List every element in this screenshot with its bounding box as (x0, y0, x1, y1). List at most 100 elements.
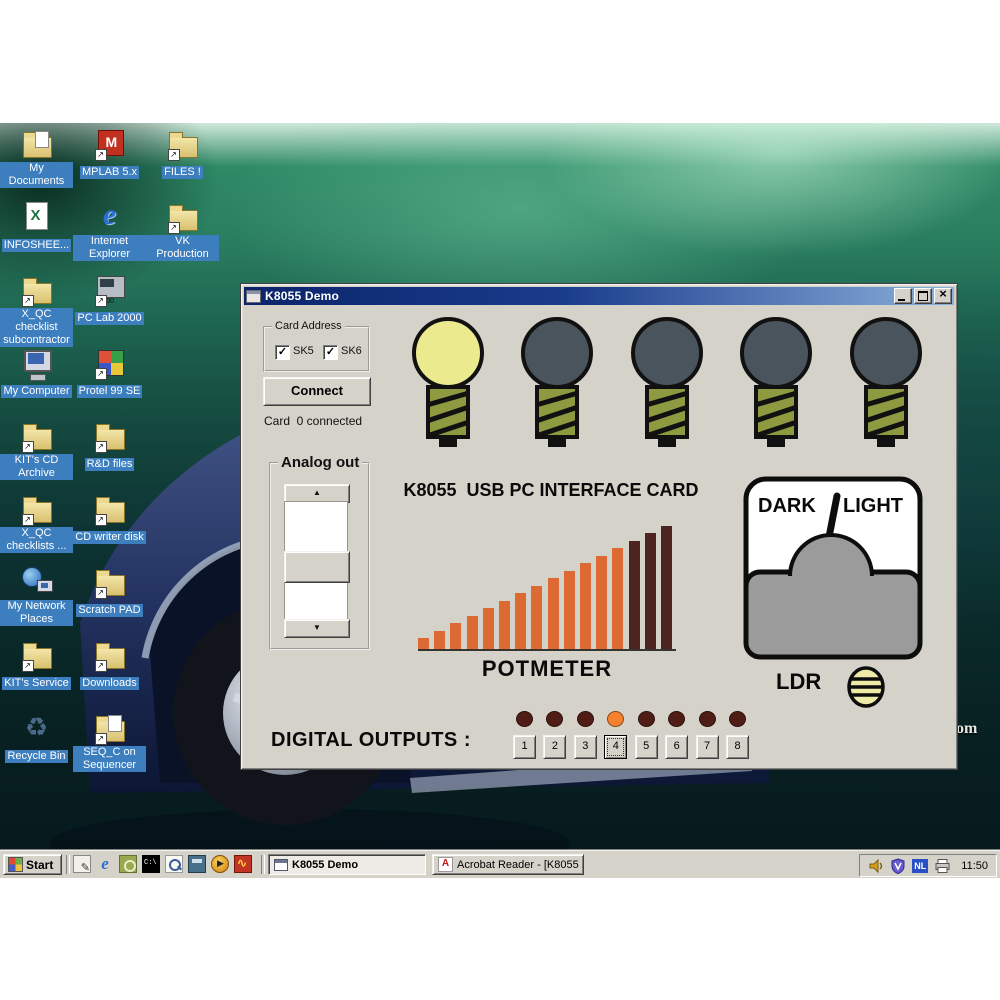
desktop-icon-kit-s-cd-archive[interactable]: ↗ KIT's CD Archive (0, 419, 73, 492)
internet-explorer-icon[interactable] (96, 855, 114, 873)
potmeter-bar (531, 586, 542, 649)
output-button-4[interactable]: 4 (604, 735, 627, 759)
dial-light-label: LIGHT (843, 495, 903, 517)
task-label: K8055 Demo (292, 859, 358, 871)
desktop-icon-label: X_QC checklists ... (0, 527, 73, 553)
potmeter-bar (467, 616, 478, 649)
desktop-icon-pc-lab-2000[interactable]: ↗ PC Lab 2000 (73, 273, 146, 346)
desktop-icon-kit-s-service[interactable]: ↗ KIT's Service (0, 638, 73, 711)
output-led-1-off (516, 711, 533, 727)
desktop-icon-x-qc-checklists[interactable]: ↗ X_QC checklists ... (0, 492, 73, 565)
shortcut-arrow-icon: ↗ (95, 514, 107, 526)
shortcut-arrow-icon: ↗ (95, 295, 107, 307)
dial-dark-label: DARK (758, 495, 816, 517)
desktop-icon-my-computer[interactable]: ↗ My Computer (0, 346, 73, 419)
shortcut-arrow-icon: ↗ (95, 587, 107, 599)
start-label: Start (26, 858, 53, 872)
output-button-3[interactable]: 3 (574, 735, 597, 759)
taskbar-divider (66, 855, 70, 874)
printer-icon[interactable] (934, 858, 951, 874)
shortcut-arrow-icon: ↗ (22, 660, 34, 672)
desktop-icon-label: Recycle Bin (5, 750, 67, 763)
output-button-5[interactable]: 5 (635, 735, 658, 759)
desktop-icon-label: MPLAB 5.x (80, 166, 139, 179)
desktop-icon-infoshee[interactable]: ↗ INFOSHEE... (0, 200, 73, 273)
desktop-icon-label: Downloads (80, 677, 138, 690)
desktop-icon-label: X_QC checklist subcontractor (0, 308, 73, 347)
desktop-icon-my-documents[interactable]: ↗ My Documents (0, 127, 73, 200)
potmeter-baseline (418, 649, 676, 651)
shortcut-arrow-icon: ↗ (22, 441, 34, 453)
window-title: K8055 Demo (265, 289, 892, 303)
command-prompt-icon[interactable] (142, 855, 160, 873)
desktop-icon-label: INFOSHEE... (2, 239, 71, 252)
quick-launch-bar (73, 855, 252, 873)
network-places-icon (22, 567, 42, 587)
desktop-icon-protel-99-se[interactable]: ↗ Protel 99 SE (73, 346, 146, 419)
calculator-icon[interactable] (188, 855, 206, 873)
maximize-button[interactable] (914, 288, 932, 304)
window-content: Card Address SK5 SK6 Connect Card 0 conn… (244, 305, 954, 750)
desktop-icon-files[interactable]: ↗ FILES ! (146, 127, 219, 200)
desktop-icon-cd-writer-disk[interactable]: ↗ CD writer disk (73, 492, 146, 565)
desktop-icon-downloads[interactable]: ↗ Downloads (73, 638, 146, 711)
k8055-demo-window: K8055 Demo Card Address SK5 SK6 Connect … (240, 283, 958, 770)
language-indicator[interactable]: NL (912, 859, 928, 873)
clock[interactable]: 11:50 (961, 860, 988, 872)
output-button-8[interactable]: 8 (726, 735, 749, 759)
desktop-icon-vk-production[interactable]: ↗ VK Production (146, 200, 219, 273)
task-label: Acrobat Reader - [K8055 ... (457, 859, 584, 871)
desktop-icon-mplab-5-x[interactable]: ↗ MPLAB 5.x (73, 127, 146, 200)
shortcut-arrow-icon: ↗ (22, 295, 34, 307)
output-button-7[interactable]: 7 (696, 735, 719, 759)
potmeter-bar (645, 533, 656, 649)
desktop-icon-x-qc-checklist-subcontractor[interactable]: ↗ X_QC checklist subcontractor (0, 273, 73, 346)
desktop-icon-r-d-files[interactable]: ↗ R&D files (73, 419, 146, 492)
potmeter-bar (596, 556, 607, 649)
shortcut-arrow-icon: ↗ (168, 222, 180, 234)
desktop-icon-label: CD writer disk (73, 531, 145, 544)
ldr-symbol-icon (845, 666, 887, 708)
potmeter-bar (612, 548, 623, 649)
output-button-6[interactable]: 6 (665, 735, 688, 759)
potmeter-bar (548, 578, 559, 649)
file-viewer-icon[interactable] (165, 855, 183, 873)
potmeter-bar (450, 623, 461, 649)
antivirus-shield-icon[interactable] (890, 858, 906, 874)
desktop-icon-my-network-places[interactable]: ↗ My Network Places (0, 565, 73, 638)
desktop-icon-grid: ↗ My Documents ↗ INFOSHEE... ↗ X_QC chec… (0, 127, 219, 784)
wallpaper-watermark-text: om (956, 720, 977, 738)
form-window-icon (274, 859, 288, 871)
windows-logo-icon (8, 857, 23, 872)
taskbar: Start K8055 Demo A Acrobat Reader - [K80… (0, 850, 1000, 878)
desktop-icon-label: Internet Explorer (73, 235, 146, 261)
start-button[interactable]: Start (3, 854, 62, 875)
shortcut-arrow-icon: ↗ (168, 149, 180, 161)
show-desktop-icon[interactable] (73, 855, 91, 873)
ldr-label: LDR (776, 669, 821, 695)
minimize-button[interactable] (894, 288, 912, 304)
output-button-2[interactable]: 2 (543, 735, 566, 759)
media-player-icon[interactable] (211, 855, 229, 873)
desktop-icon-label: Scratch PAD (76, 604, 142, 617)
desktop-icon-label: VK Production (146, 235, 219, 261)
window-titlebar[interactable]: K8055 Demo (244, 287, 954, 305)
taskbar-task-acrobat[interactable]: A Acrobat Reader - [K8055 ... (432, 854, 584, 875)
desktop-icon-internet-explorer[interactable]: ↗ Internet Explorer (73, 200, 146, 273)
internet-explorer-icon (93, 200, 127, 234)
my-documents-folder-icon (23, 137, 52, 158)
light-level-dial: DARK LIGHT (743, 476, 923, 660)
taskbar-divider (261, 855, 265, 874)
taskbar-task-k8055[interactable]: K8055 Demo (268, 854, 426, 875)
desktop-icon-recycle-bin[interactable]: ↗ Recycle Bin (0, 711, 73, 784)
shortcut-arrow-icon: ↗ (95, 441, 107, 453)
volume-icon[interactable] (868, 858, 884, 874)
audio-app-icon[interactable] (234, 855, 252, 873)
close-button[interactable] (934, 288, 952, 304)
desktop-icon-scratch-pad[interactable]: ↗ Scratch PAD (73, 565, 146, 638)
output-button-1[interactable]: 1 (513, 735, 536, 759)
potmeter-label: POTMETER (418, 656, 676, 682)
shortcut-arrow-icon: ↗ (95, 660, 107, 672)
green-utility-icon[interactable] (119, 855, 137, 873)
desktop-icon-seq-c-on-sequencer[interactable]: ↗ SEQ_C on Sequencer (73, 711, 146, 784)
